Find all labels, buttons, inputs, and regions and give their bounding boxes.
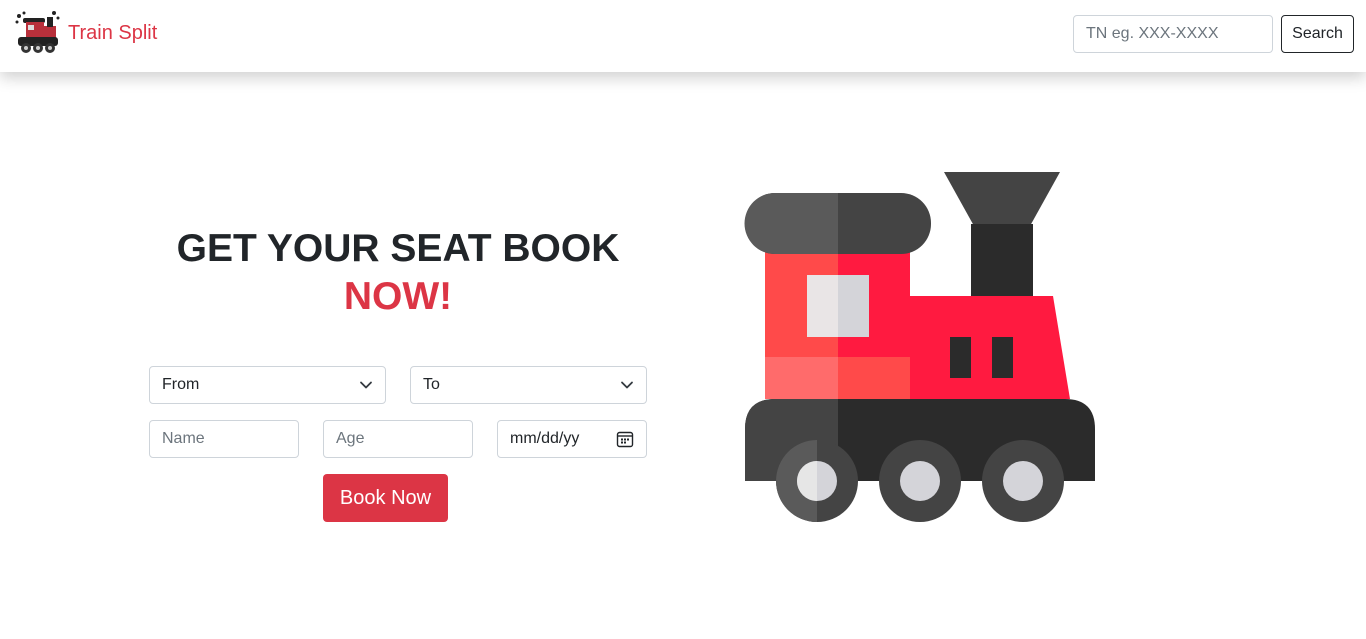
travel-date-field[interactable]: mm/dd/yy: [497, 420, 647, 458]
hero-title: GET YOUR SEAT BOOK NOW!: [149, 225, 647, 321]
hero-title-line2: NOW!: [343, 275, 453, 318]
locomotive-illustration: [744, 172, 1095, 522]
date-field-value: mm/dd/yy: [510, 430, 580, 447]
to-station-select[interactable]: To: [410, 366, 647, 404]
steam-locomotive-logo-icon: [15, 11, 60, 53]
navbar: Train Split Search: [0, 0, 1366, 72]
name-placeholder: Name: [162, 430, 205, 447]
hero-title-line1: GET YOUR SEAT BOOK: [176, 227, 620, 270]
from-select-value: From: [162, 376, 200, 393]
chevron-down-icon: [360, 381, 372, 389]
brand-link[interactable]: Train Split: [14, 10, 157, 56]
chevron-down-icon: [621, 381, 633, 389]
name-field[interactable]: Name: [149, 420, 299, 458]
age-field[interactable]: Age: [323, 420, 473, 458]
age-placeholder: Age: [336, 430, 365, 447]
train-number-search-input[interactable]: [1073, 15, 1273, 53]
book-now-button[interactable]: Book Now: [323, 474, 448, 522]
to-select-value: To: [423, 376, 440, 393]
from-station-select[interactable]: From: [149, 366, 386, 404]
search-button[interactable]: Search: [1281, 15, 1354, 53]
brand-name[interactable]: Train Split: [68, 23, 157, 43]
calendar-icon[interactable]: [616, 430, 634, 448]
